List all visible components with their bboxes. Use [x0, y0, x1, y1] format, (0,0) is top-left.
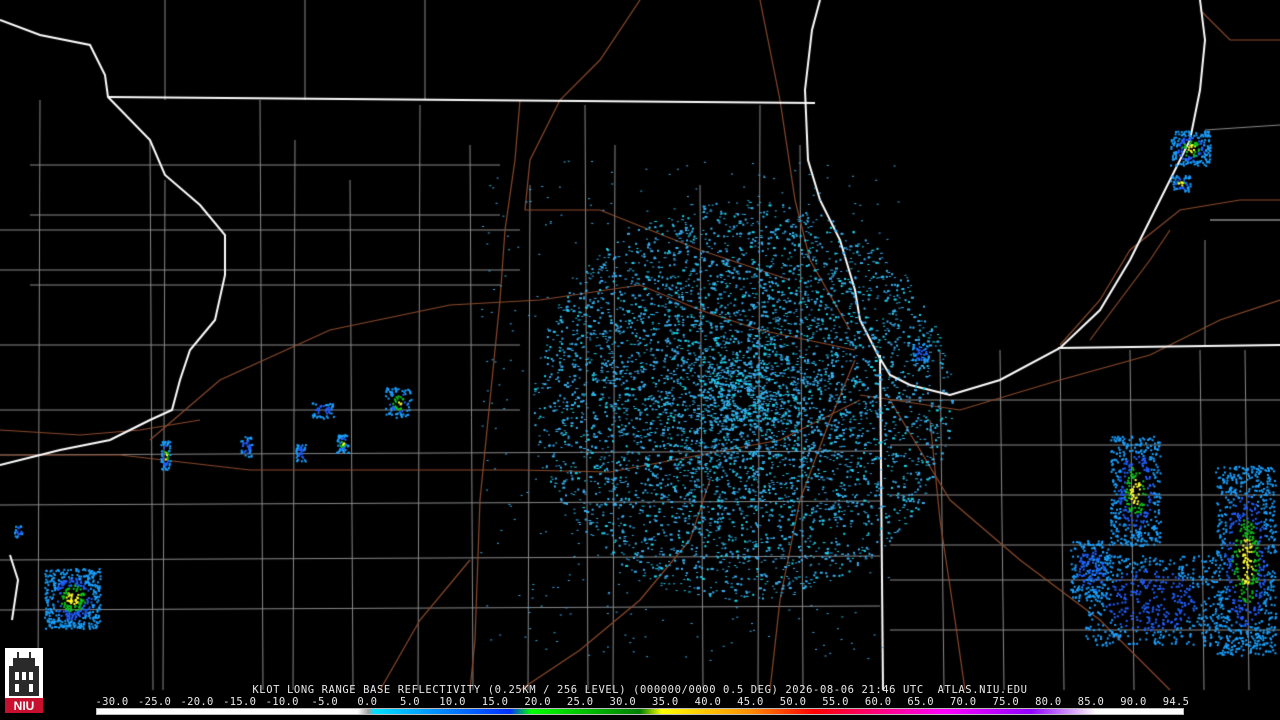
logo-text: NIU	[14, 699, 35, 713]
legend-tick-label: -10.0	[265, 696, 299, 708]
legend-tick-label: 10.0	[439, 696, 466, 708]
legend-tick-label: 15.0	[481, 696, 509, 708]
legend-tick-label: -5.0	[311, 696, 339, 708]
legend-tick-label: 40.0	[694, 696, 722, 708]
radar-map	[0, 0, 1280, 720]
legend-tick-label: 45.0	[737, 696, 764, 708]
legend-tick-label: 20.0	[524, 696, 551, 708]
legend-tick-label: 80.0	[1035, 696, 1062, 708]
legend-tick-label: 25.0	[566, 696, 594, 708]
legend-tick-label: -25.0	[137, 696, 172, 708]
reflectivity-color-bar	[96, 708, 1184, 715]
niu-logo-icon: NIU	[5, 648, 43, 713]
legend-tick-label: 75.0	[992, 696, 1019, 708]
product-caption: KLOT LONG RANGE BASE REFLECTIVITY (0.25K…	[252, 684, 1028, 696]
legend-tick-label: 90.0	[1120, 696, 1147, 708]
legend-tick-label: 50.0	[779, 696, 807, 708]
legend-tick-label: 85.0	[1077, 696, 1105, 708]
legend-labels: -30.0 -25.0 -20.0 -15.0 -10.0 -5.0 0.0 5.0 10.0 1…	[0, 696, 1280, 708]
legend-tick-label: 5.0	[399, 696, 420, 708]
legend-tick-label: -30.0	[95, 696, 129, 708]
legend-tick-label: 35.0	[652, 696, 679, 708]
legend-tick-label: 30.0	[609, 696, 636, 708]
legend-tick-label: 55.0	[822, 696, 849, 708]
legend-tick-label: 94.5	[1162, 696, 1190, 708]
legend-tick-label: 65.0	[907, 696, 934, 708]
legend-tick-label: 0.0	[357, 696, 378, 708]
legend-tick-label: -20.0	[180, 696, 214, 708]
legend-tick-label: 70.0	[949, 696, 977, 708]
legend-tick-label: -15.0	[223, 696, 257, 708]
legend-tick-label: 60.0	[864, 696, 892, 708]
